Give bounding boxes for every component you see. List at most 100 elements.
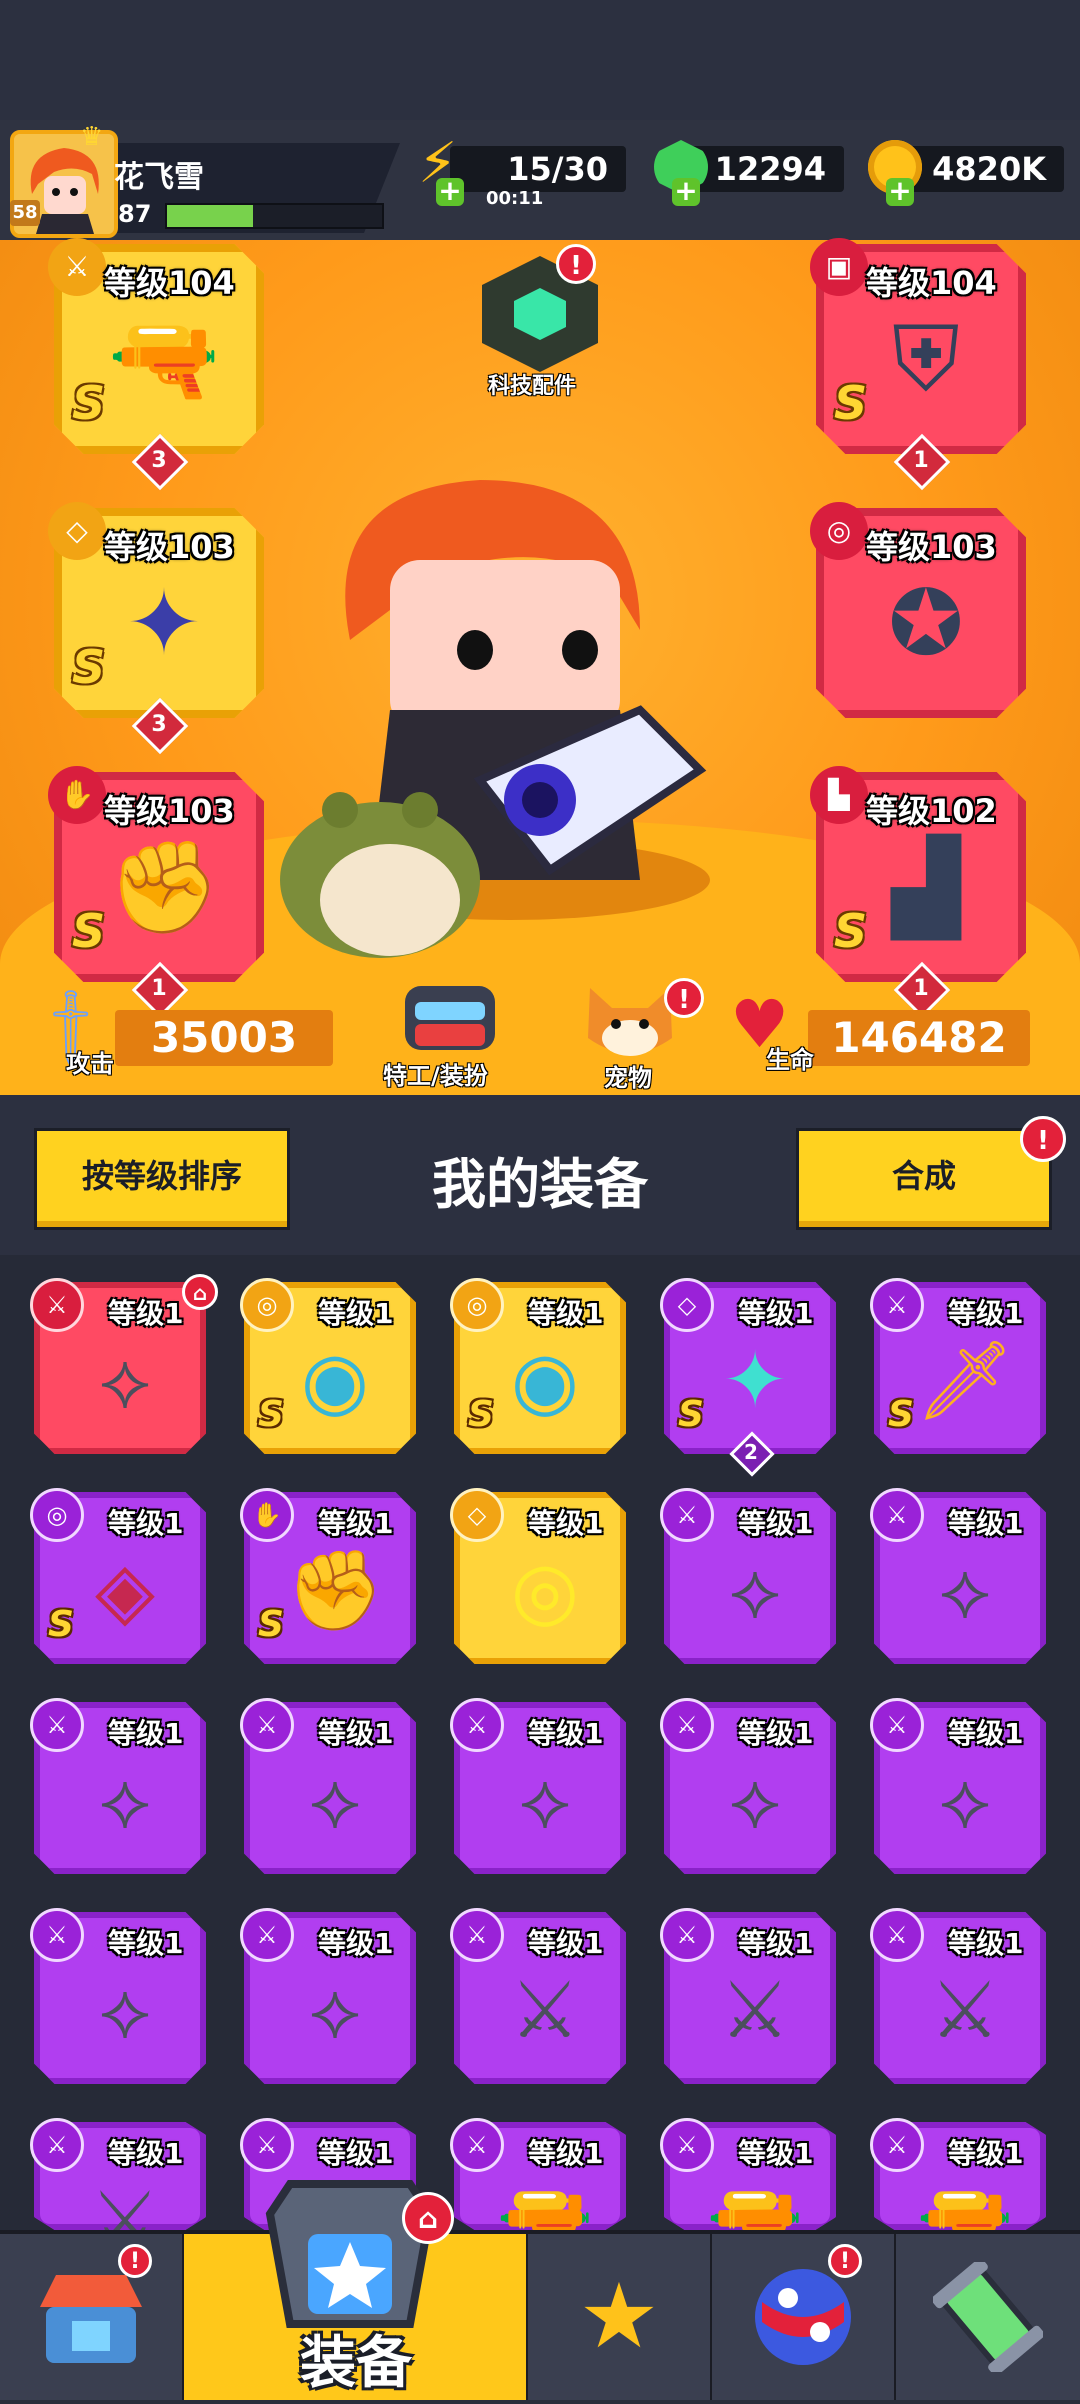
nav-tab-planet[interactable] [712,2234,897,2400]
star-level-value: 1 [913,976,929,1001]
boot-icon: ▙ [810,766,868,824]
shop-alert-icon: ! [118,2244,152,2278]
gear-slot-level: 等级104 [104,264,235,302]
gold-add-icon[interactable]: + [886,177,914,206]
gold-value: 4820K [932,150,1046,188]
inventory-item-level: 等级1 [738,1717,814,1750]
star-level-value: 1 [913,448,929,473]
gear-slot-level: 等级103 [866,528,997,566]
kunai-icon: ⟡ [519,1756,571,1846]
pet-label[interactable]: 宠物 [604,1058,652,1093]
rank-badge: S [72,640,106,694]
account-level-badge: 58 [10,200,40,226]
agent-outfit-label[interactable]: 特工/装扮 [383,1056,488,1091]
energy-timer: 00:11 [486,188,544,209]
nav-tab-battle[interactable]: ★ [528,2234,713,2400]
rank-badge: S [678,1394,704,1435]
weapon-icon: ⚔ [30,2118,84,2172]
weapon-icon: ⚔ [660,2118,714,2172]
pet-button[interactable] [582,978,678,1062]
gold-belt-icon: ◉ [300,1336,370,1426]
inventory-item-level: 等级1 [108,1507,184,1540]
belt-icon: ◎ [240,1278,294,1332]
inventory-item-level: 等级1 [108,2137,184,2170]
tech-chip-icon [514,288,566,340]
glove-icon: ✋ [48,766,106,824]
equipment-tab-label: 装备 [300,2331,412,2396]
tech-parts-alert-icon: ! [556,244,596,284]
gear-slot-level: 等级103 [104,792,235,830]
star-level-value: 3 [151,712,167,737]
gems-value: 12294 [714,150,826,188]
weapon-icon: ⚔ [870,1908,924,1962]
dna-icon [933,2262,1043,2372]
glove-icon: ✋ [240,1488,294,1542]
energy-counter[interactable]: 15/30 [450,146,626,192]
weapon-icon: ⚔ [870,1488,924,1542]
attack-value: 35003 [150,1013,298,1062]
merge-label: 合成 [891,1157,956,1195]
kunai-icon: ⟡ [309,1966,361,2056]
inventory-item-level: 等级1 [318,1717,394,1750]
mech-armor-icon: ⛨ [892,307,960,412]
shiba-pet-icon [588,988,672,1056]
shop-icon [40,2275,142,2363]
inventory-item-level: 等级1 [528,2137,604,2170]
belt-icon: ◎ [30,1488,84,1542]
inventory-item-level: 等级1 [738,1927,814,1960]
claw-glove-icon: ✊ [286,1546,384,1636]
inventory-item-level: 等级1 [528,1927,604,1960]
flame-sword-icon: 🗡 [915,1336,1015,1426]
spiked-collar-icon: ◎ [510,1546,580,1636]
inventory-item-level: 等级1 [528,1717,604,1750]
inventory-item-level: 等级1 [318,1507,394,1540]
new-item-badge-icon: ⌂ [182,1274,218,1310]
rank-badge: S [468,1394,494,1435]
status-bar-area [0,0,1080,120]
gold-counter[interactable]: 4820K [898,146,1064,192]
nav-tab-dna[interactable] [896,2234,1080,2400]
weapon-icon: ⚔ [660,1908,714,1962]
kunai-icon: ⟡ [939,1756,991,1846]
belt-icon: ◎ [450,1278,504,1332]
equipment-alert-icon: ⌂ [402,2192,454,2244]
rank-badge: S [834,376,868,430]
star-level-value: 3 [151,448,167,473]
pet-alert-icon: ! [664,978,704,1018]
inventory-item-level: 等级1 [528,1297,604,1330]
gems-add-icon[interactable]: + [672,177,700,206]
xp-bar-fill [167,205,253,227]
weapon-icon: ⚔ [870,2118,924,2172]
inventory-item-level: 等级1 [318,1297,394,1330]
inventory-item-level: 等级1 [948,1717,1024,1750]
crown-icon: ♛ [80,122,104,152]
energy-add-icon[interactable]: + [436,177,464,206]
player-xp-level: 87 [118,200,152,228]
mech-gauntlet-icon: ✊ [107,835,221,940]
weapon-icon: ⚔ [48,238,106,296]
weapon-icon: ⚔ [30,1278,84,1332]
gear-slot-level: 等级104 [866,264,997,302]
weapon-icon: ⚔ [660,1698,714,1752]
rank-badge: S [258,1394,284,1435]
rank-badge: S [48,1604,74,1645]
gems-counter[interactable]: 12294 [684,146,844,192]
weapon-icon: ⚔ [30,1908,84,1962]
nav-tab-shop[interactable] [0,2234,185,2400]
belt-icon: ◎ [810,502,868,560]
agent-outfit-button[interactable] [395,978,505,1058]
star-necklace-icon: ✦ [722,1336,788,1426]
player-name: 花飞雪 [114,160,204,195]
weapon-icon: ⚔ [450,1698,504,1752]
attack-label: 攻击 [66,1050,114,1078]
gold-belt-icon: ◉ [510,1336,580,1426]
necklace-icon: ◇ [450,1488,504,1542]
weapon-icon: ⚔ [450,2118,504,2172]
hp-value: 146482 [831,1013,1007,1062]
merge-button[interactable]: 合成 [796,1128,1052,1230]
star-necklace-icon: ✦ [126,571,202,676]
blaster-gun-icon: 🔫 [107,307,221,412]
weapon-icon: ⚔ [660,1488,714,1542]
inventory-item-level: 等级1 [528,1507,604,1540]
merge-alert-icon: ! [1020,1116,1066,1162]
